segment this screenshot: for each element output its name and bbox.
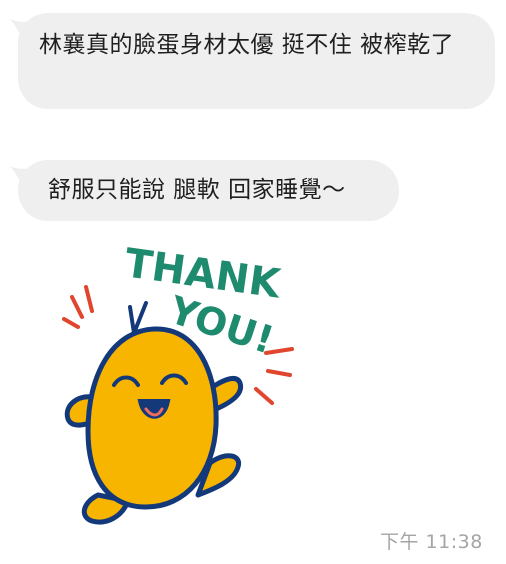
message-timestamp: 下午 11:38 (380, 531, 483, 553)
thank-you-sticker[interactable]: THANK YOU! (58, 245, 318, 535)
message-text: 舒服只能說 腿軟 回家睡覺～ (48, 177, 346, 203)
chat-view: 林襄真的臉蛋身材太優 挺不住 被榨乾了 舒服只能說 腿軟 回家睡覺～ THANK… (0, 0, 506, 564)
message-bubble[interactable]: 林襄真的臉蛋身材太優 挺不住 被榨乾了 (10, 13, 495, 109)
message-bubble[interactable]: 舒服只能說 腿軟 回家睡覺～ (10, 160, 399, 221)
bubble-tail (10, 19, 32, 39)
accent-strokes-left-icon (62, 285, 94, 329)
message-text: 林襄真的臉蛋身材太優 挺不住 被榨乾了 (39, 32, 455, 58)
bubble-tail (10, 166, 32, 186)
